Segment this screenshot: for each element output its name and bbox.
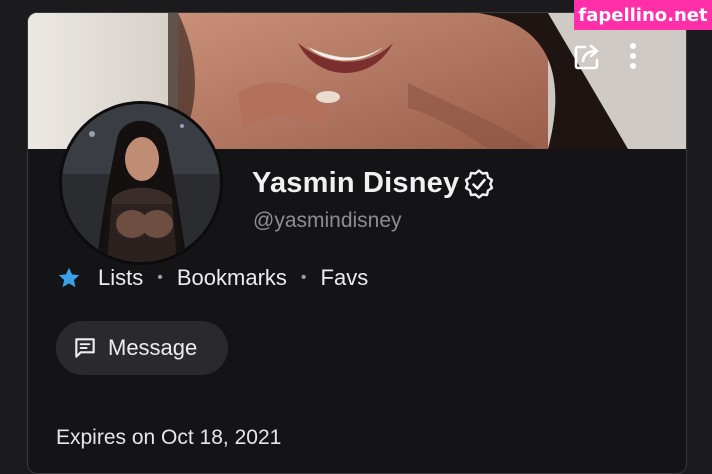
profile-links: Lists • Bookmarks • Favs — [56, 265, 368, 291]
message-button[interactable]: Message — [56, 321, 228, 375]
profile-card: Yasmin Disney @yasmindisney Lists • Book… — [27, 12, 687, 474]
more-vertical-icon — [630, 43, 636, 69]
profile-name-row: Yasmin Disney — [252, 167, 495, 200]
lists-link[interactable]: Lists — [98, 265, 143, 291]
bookmarks-link[interactable]: Bookmarks — [177, 265, 287, 291]
avatar[interactable] — [59, 101, 223, 265]
star-icon — [58, 267, 80, 288]
avatar-photo — [62, 104, 220, 262]
watermark: fapellino.net — [574, 0, 712, 30]
subscription-expiry: Expires on Oct 18, 2021 — [56, 426, 282, 449]
separator: • — [157, 269, 163, 286]
message-icon — [75, 338, 95, 358]
profile-handle[interactable]: @yasmindisney — [253, 209, 402, 233]
favs-link[interactable]: Favs — [321, 265, 369, 291]
separator: • — [300, 269, 307, 286]
share-icon — [574, 44, 599, 70]
more-button[interactable] — [628, 41, 668, 81]
share-button[interactable] — [571, 41, 611, 81]
message-button-label: Message — [108, 335, 198, 360]
profile-name: Yasmin Disney — [252, 167, 460, 199]
verified-badge-icon — [465, 168, 494, 199]
